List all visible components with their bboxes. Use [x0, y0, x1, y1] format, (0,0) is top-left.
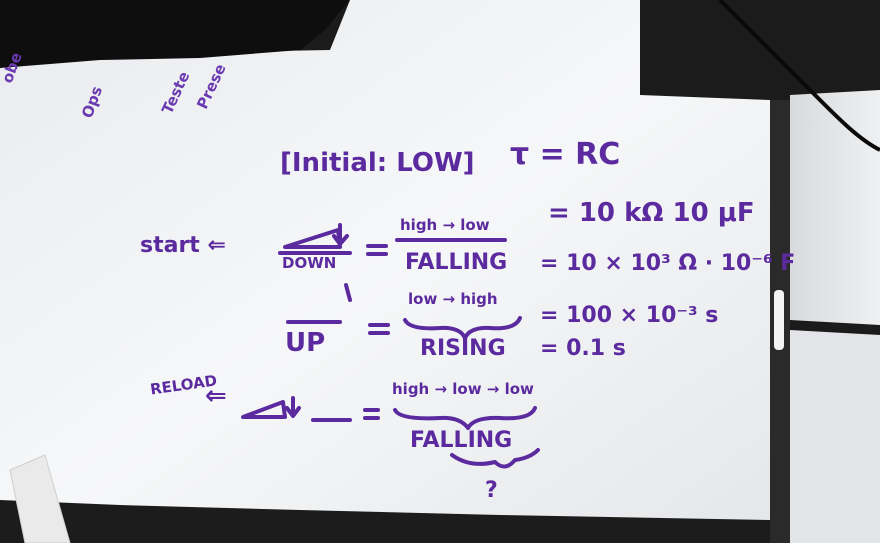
right-panel-lower — [790, 330, 880, 543]
tau-step-2: = 10 × 10³ Ω · 10⁻⁶ F — [540, 251, 796, 276]
header-initial-low: [Initial: LOW] — [280, 148, 475, 178]
row2-top-text: low → high — [408, 290, 498, 308]
up-label: UP — [285, 328, 326, 358]
row3-top-text: high → low → low — [392, 380, 534, 398]
tau-step-3: = 100 × 10⁻³ s — [540, 303, 719, 328]
right-panel — [790, 90, 880, 325]
frame-clip — [774, 290, 784, 350]
reload-arrow: ⇐ — [205, 381, 227, 411]
tau-step-1: = 10 kΩ 10 μF — [548, 198, 755, 228]
tau-step-4: = 0.1 s — [540, 336, 626, 361]
tau-equation: τ = RC — [510, 137, 621, 172]
row3-falling: FALLING — [410, 428, 513, 453]
start-label: start ⇐ — [140, 233, 226, 258]
row2-rising: RISING — [420, 336, 506, 361]
row1-top-text: high → low — [400, 216, 490, 234]
row3-question: ? — [485, 478, 498, 503]
down-label: DOWN — [282, 254, 337, 272]
row1-falling: FALLING — [405, 250, 508, 275]
whiteboard-photo: obe Ops Teste Prese [Initial: LOW] τ = R… — [0, 0, 880, 543]
